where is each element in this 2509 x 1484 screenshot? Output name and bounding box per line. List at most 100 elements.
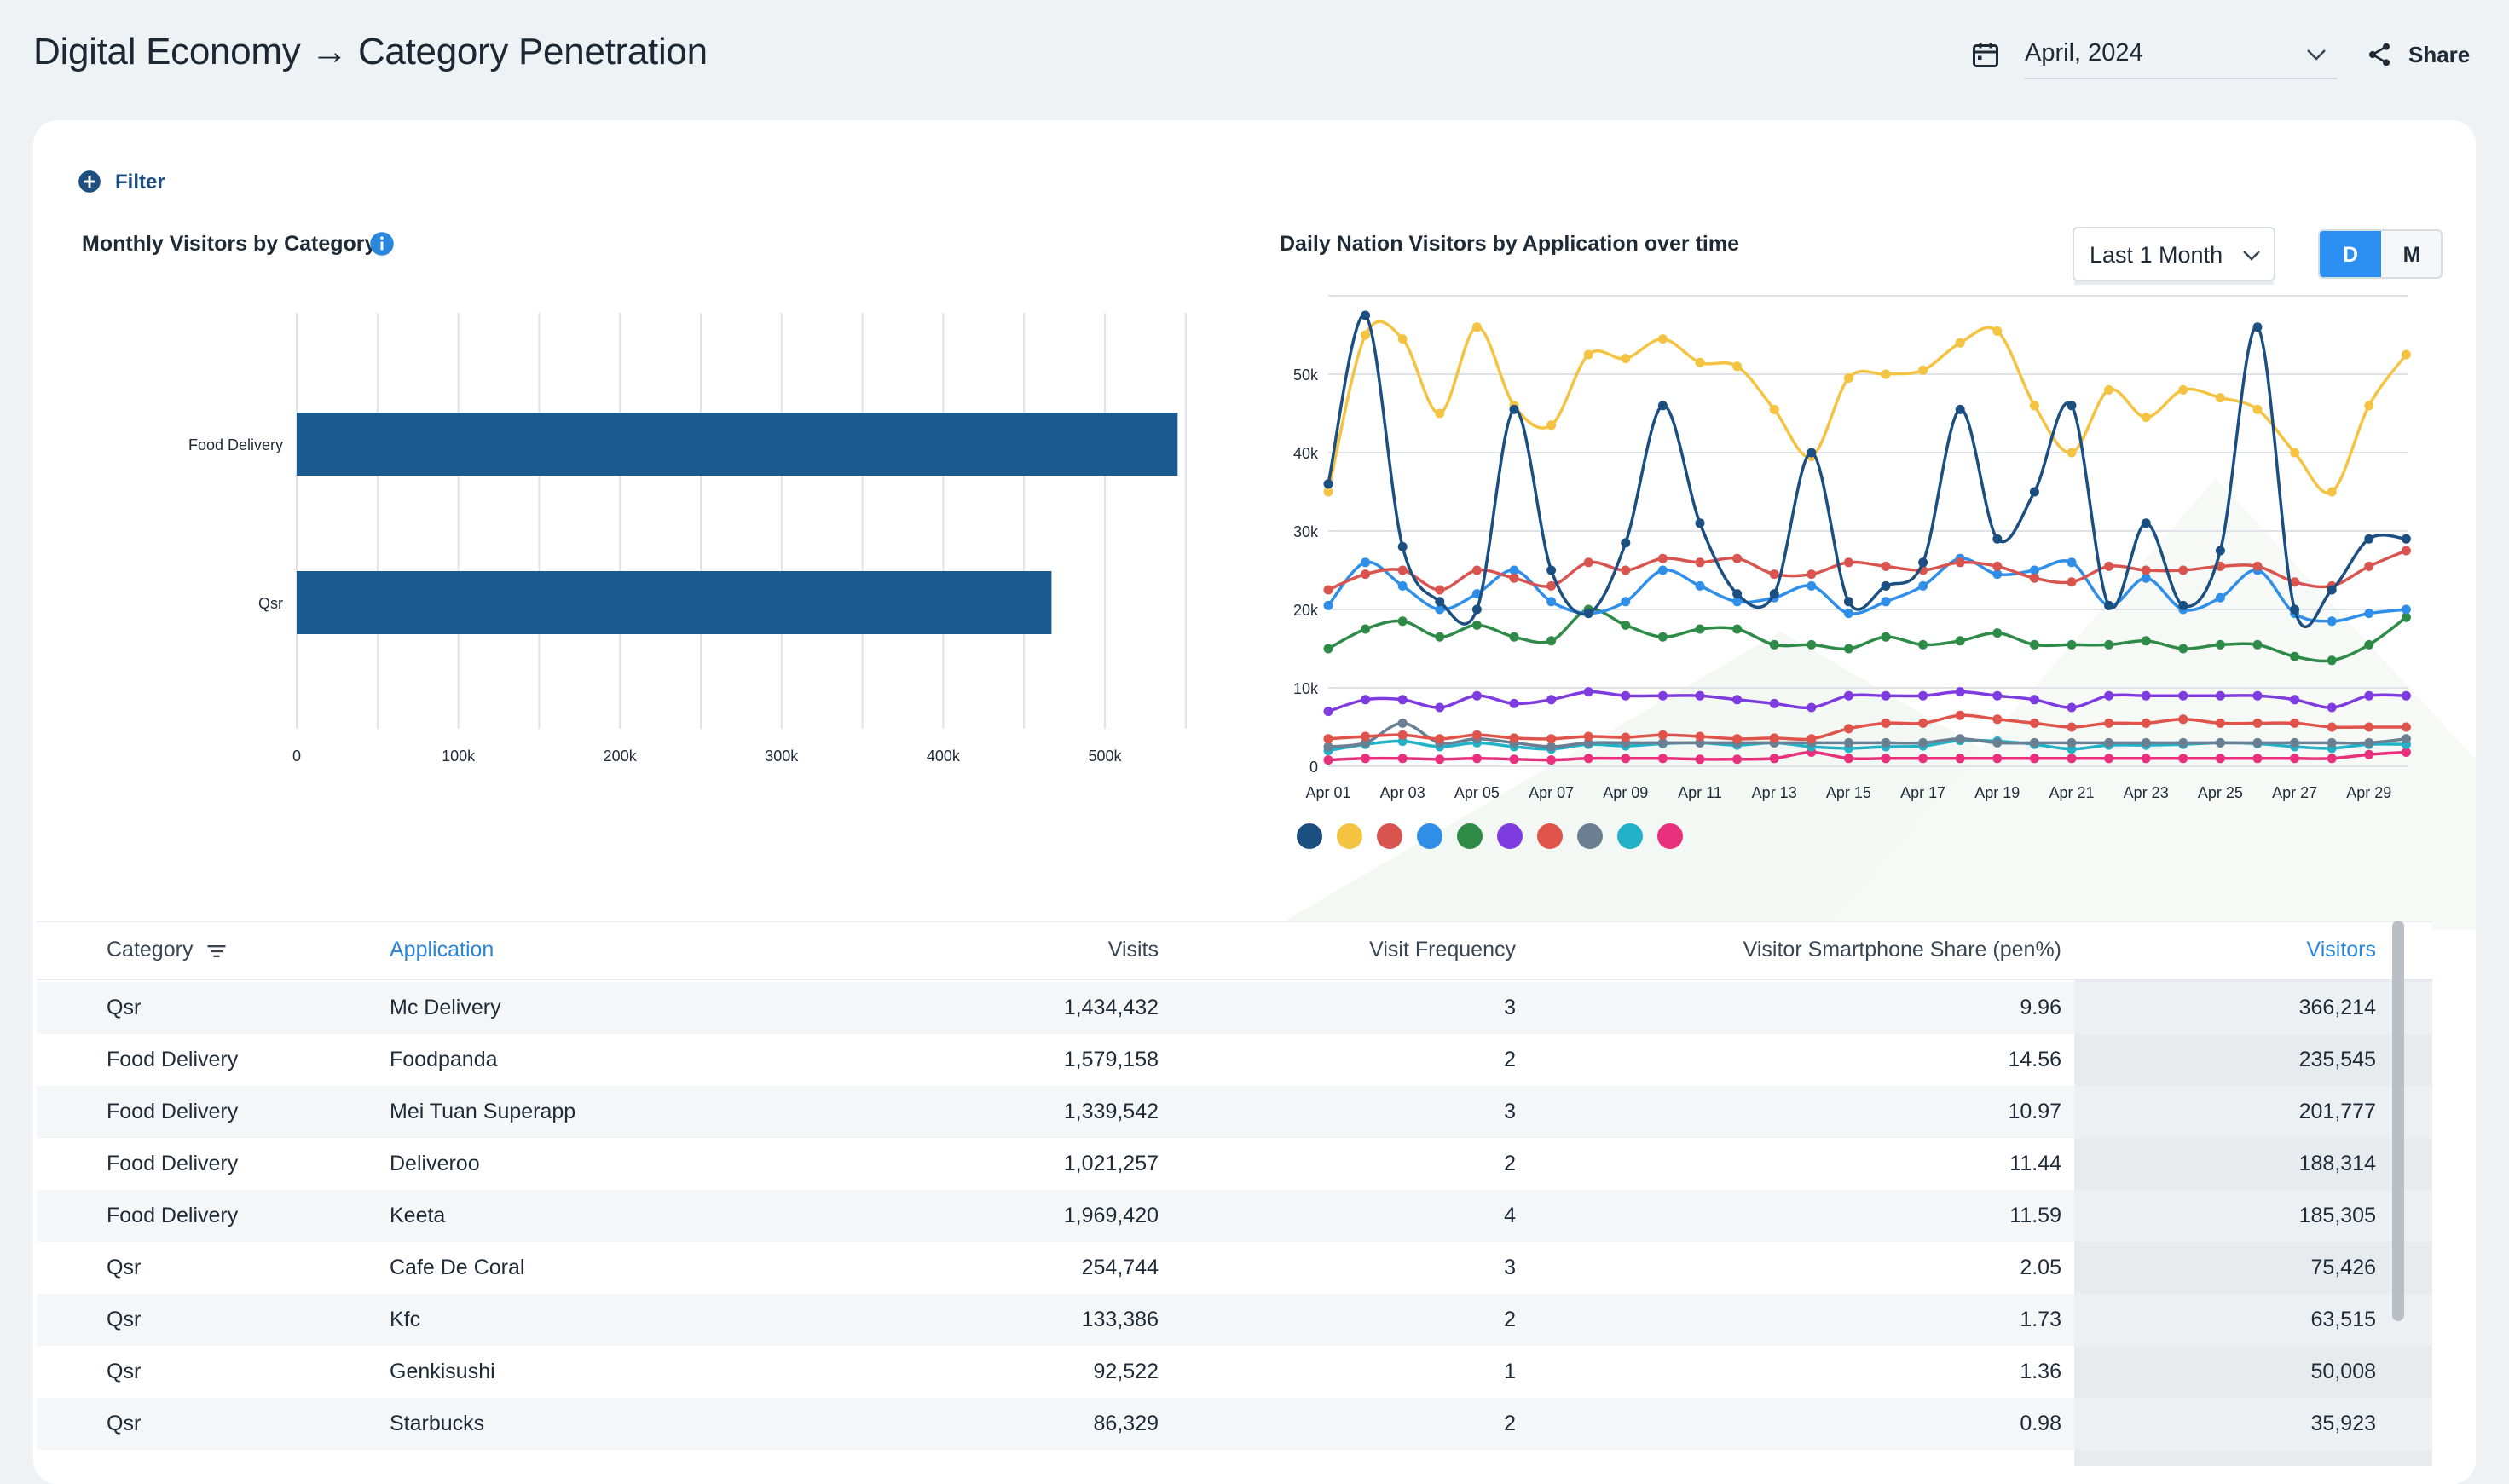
series-point xyxy=(1992,690,2003,701)
date-picker[interactable]: April, 2024 xyxy=(1965,34,2337,79)
series-point xyxy=(2215,690,2225,701)
legend-swatch[interactable] xyxy=(1617,823,1643,849)
table-row[interactable]: Qsr Genkisushi 92,522 1 1.36 50,008 xyxy=(37,1346,2432,1398)
column-header-visitors[interactable]: Visitors xyxy=(2306,938,2376,962)
series-point xyxy=(1881,737,1891,748)
series-point xyxy=(1361,557,1371,568)
page-header: Digital Economy → Category Penetration A… xyxy=(0,0,2509,111)
column-header-smartphone-share[interactable]: Visitor Smartphone Share (pen%) xyxy=(1743,938,2061,962)
series-point xyxy=(2327,585,2337,595)
series-point xyxy=(1323,479,1333,489)
series-point xyxy=(1843,724,1853,734)
table-row[interactable]: Food Delivery Mei Tuan Superapp 1,339,542 3… xyxy=(37,1086,2432,1138)
series-point xyxy=(2327,616,2337,627)
series-point xyxy=(1695,518,1705,528)
series-point xyxy=(1361,310,1371,320)
series-point xyxy=(1546,755,1557,765)
series-point xyxy=(1509,573,1519,583)
series-point xyxy=(1509,698,1519,708)
series-point xyxy=(1546,734,1557,744)
cell-visits: 1,339,542 xyxy=(1063,1100,1159,1123)
cell-application: Kfc xyxy=(390,1308,421,1331)
legend-swatch[interactable] xyxy=(1537,823,1563,849)
series-point xyxy=(2290,448,2300,458)
series-point xyxy=(2029,737,2039,748)
series-point xyxy=(2364,609,2374,619)
column-header-visits[interactable]: Visits xyxy=(1108,938,1159,962)
legend-swatch[interactable] xyxy=(1457,823,1483,849)
series-point xyxy=(1361,731,1371,742)
series-line xyxy=(1327,750,2407,762)
series-point xyxy=(2178,384,2188,395)
line-x-tick-label: Apr 13 xyxy=(1752,784,1797,801)
table-scrollbar[interactable] xyxy=(2392,921,2404,1321)
series-point xyxy=(1732,695,1743,705)
cell-category: Qsr xyxy=(107,1412,142,1435)
table-row[interactable]: Food Delivery Foodpanda 1,579,158 2 14.56 235… xyxy=(37,1034,2432,1086)
series-point xyxy=(1546,565,1557,575)
legend-swatch[interactable] xyxy=(1417,823,1442,849)
series-point xyxy=(1657,690,1668,701)
table-row[interactable]: Qsr Mc Delivery 1,434,432 3 9.96 366,214 xyxy=(37,982,2432,1034)
series-point xyxy=(1843,597,1853,607)
series-point xyxy=(1657,730,1668,740)
series-point xyxy=(2178,754,2188,764)
series-point xyxy=(1657,401,1668,411)
legend-swatch[interactable] xyxy=(1657,823,1683,849)
series-point xyxy=(1807,639,1817,650)
series-point xyxy=(2401,604,2411,615)
series-point xyxy=(1955,557,1965,568)
legend-swatch[interactable] xyxy=(1337,823,1362,849)
cell-visitors: 188,314 xyxy=(2298,1152,2376,1175)
cell-visits: 254,744 xyxy=(1081,1256,1159,1279)
series-point xyxy=(1732,624,1743,634)
legend-swatch[interactable] xyxy=(1577,823,1603,849)
line-x-tick-label: Apr 03 xyxy=(1380,784,1425,801)
series-point xyxy=(2252,322,2263,332)
column-header-application[interactable]: Application xyxy=(390,938,494,962)
series-point xyxy=(2141,754,2151,764)
table-row[interactable]: Qsr Starbucks 86,329 2 0.98 35,923 xyxy=(37,1398,2432,1450)
series-point xyxy=(1955,710,1965,720)
series-point xyxy=(2401,690,2411,701)
line-x-tick-label: Apr 01 xyxy=(1305,784,1350,801)
series-point xyxy=(1397,565,1408,575)
series-point xyxy=(1621,620,1631,630)
series-point xyxy=(1992,561,2003,571)
series-point xyxy=(1621,754,1631,764)
series-point xyxy=(1881,718,1891,728)
series-point xyxy=(2364,737,2374,748)
table-row[interactable]: Qsr Cafe De Coral 254,744 3 2.05 75,426 xyxy=(37,1242,2432,1294)
series-point xyxy=(1955,734,1965,744)
series-point xyxy=(2178,565,2188,575)
series-point xyxy=(2290,695,2300,705)
series-point xyxy=(1807,448,1817,458)
series-point xyxy=(1657,565,1668,575)
column-header-visit-frequency[interactable]: Visit Frequency xyxy=(1369,938,1516,962)
series-point xyxy=(1583,349,1593,360)
column-header-category[interactable]: Category xyxy=(107,938,229,963)
series-point xyxy=(1323,585,1333,595)
series-point xyxy=(1471,730,1482,740)
series-point xyxy=(1992,737,2003,748)
cell-visits: 92,522 xyxy=(1093,1360,1159,1383)
line-x-tick-label: Apr 17 xyxy=(1900,784,1945,801)
series-point xyxy=(1546,580,1557,591)
cell-visit-frequency: 3 xyxy=(1504,996,1516,1019)
series-point xyxy=(2104,600,2114,610)
series-point xyxy=(2141,718,2151,728)
filter-lines-icon[interactable] xyxy=(204,939,229,963)
table-row[interactable]: Food Delivery Deliveroo 1,021,257 2 11.44 188… xyxy=(37,1138,2432,1190)
cell-smartphone-share: 11.44 xyxy=(2009,1152,2061,1175)
table-row[interactable]: Food Delivery Keeta 1,969,420 4 11.59 185,305 xyxy=(37,1190,2432,1242)
date-picker-value: April, 2024 xyxy=(2025,39,2143,66)
table-row[interactable]: Qsr Kfc 133,386 2 1.73 63,515 xyxy=(37,1294,2432,1346)
legend-swatch[interactable] xyxy=(1377,823,1402,849)
cell-visits: 133,386 xyxy=(1081,1308,1159,1331)
series-point xyxy=(1881,561,1891,571)
series-point xyxy=(1992,628,2003,638)
legend-swatch[interactable] xyxy=(1497,823,1523,849)
cell-visitors: 35,923 xyxy=(2310,1412,2376,1435)
legend-swatch[interactable] xyxy=(1297,823,1322,849)
series-point xyxy=(2364,561,2374,571)
